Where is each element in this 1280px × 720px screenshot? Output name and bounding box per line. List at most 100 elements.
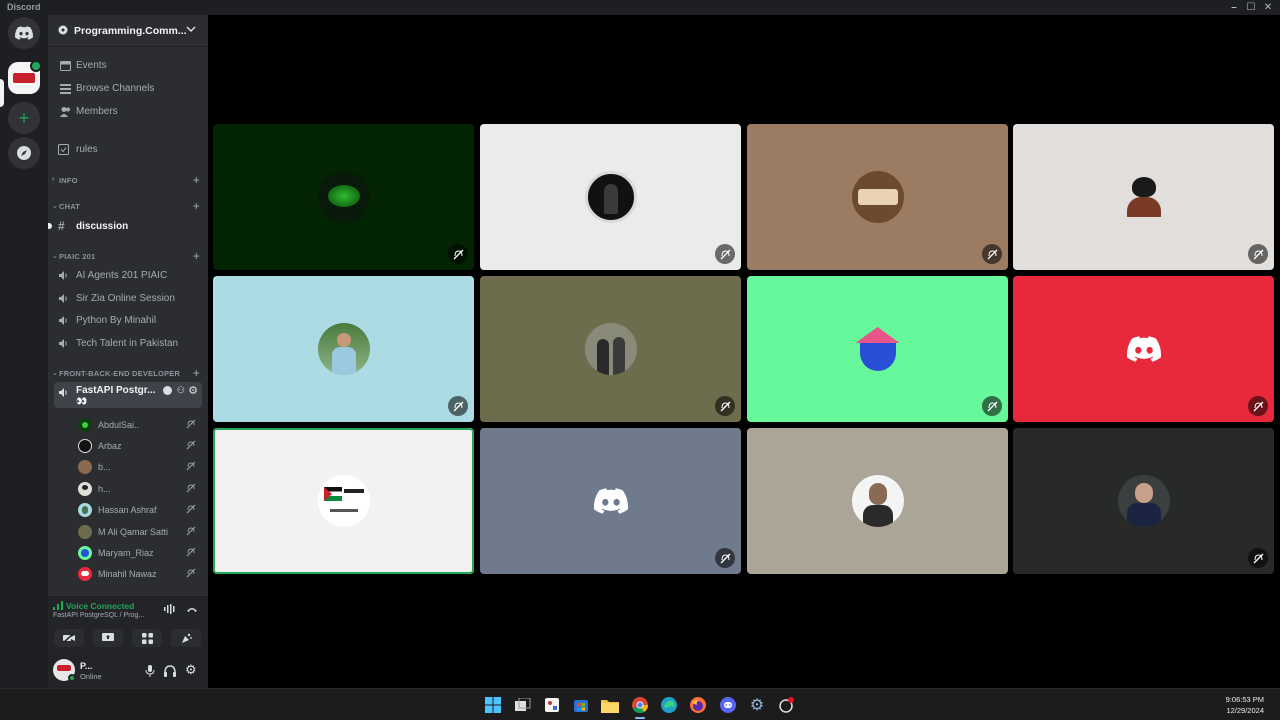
participant-tile[interactable] (480, 276, 741, 422)
server-programming-community[interactable] (8, 60, 42, 94)
deafened-icon (720, 401, 730, 411)
firefox-button[interactable] (688, 695, 708, 715)
create-channel-plus-icon[interactable]: + (193, 249, 200, 263)
speaker-icon (59, 388, 67, 397)
participant-tile[interactable] (213, 276, 474, 422)
recorder-button[interactable] (776, 695, 796, 715)
camera-off-button[interactable] (54, 629, 84, 647)
screen-share-button[interactable] (93, 629, 123, 647)
file-explorer-button[interactable] (600, 695, 620, 715)
discover-button[interactable] (8, 137, 40, 169)
participant-avatar (1117, 475, 1170, 527)
deafened-icon (453, 401, 463, 411)
gear-icon[interactable]: ⚙ (188, 384, 198, 397)
deafened-badge (448, 244, 468, 264)
server-name: Programming.Comm... (74, 25, 187, 37)
participant-avatar (584, 323, 637, 375)
speaker-icon (59, 316, 67, 325)
active-app-indicator (635, 717, 645, 719)
create-channel-plus-icon[interactable]: + (193, 173, 200, 187)
channel-rules[interactable]: rules (54, 139, 202, 159)
close-window-button[interactable]: ✕ (1261, 1, 1275, 14)
participant-tile[interactable] (747, 276, 1008, 422)
edge-button[interactable] (659, 695, 679, 715)
category-front-back-end-developer[interactable]: ⌄ FRONT-BACK-END DEVELOPER + (52, 366, 200, 380)
category-chat[interactable]: ⌄ CHAT + (52, 199, 200, 213)
participant-avatar (851, 171, 904, 223)
participant-tile[interactable] (480, 428, 741, 574)
start-button[interactable] (483, 695, 503, 715)
disconnect-icon[interactable] (186, 605, 198, 613)
discord-icon (593, 488, 628, 514)
nav-members[interactable]: Members (58, 103, 203, 121)
settings-button[interactable]: ⚙ (747, 695, 767, 715)
voice-user[interactable]: M Ali Qamar Satti (76, 522, 202, 542)
voice-user[interactable]: Hassan Ashraf (76, 500, 202, 520)
voice-channel-active[interactable]: FastAPI Postgr... 👀 ⚇ ⚙ (54, 382, 202, 408)
voice-channel-path[interactable]: FastAPI PostgreSQL / Prog... (53, 612, 144, 619)
participant-tile[interactable] (1013, 124, 1274, 270)
server-header[interactable]: Programming.Comm... (48, 15, 208, 47)
add-member-icon[interactable]: ⚇ (177, 385, 185, 396)
username[interactable]: P... (80, 661, 92, 671)
discord-taskbar-button[interactable] (718, 695, 738, 715)
deafened-badge (715, 396, 735, 416)
category-info[interactable]: › INFO + (52, 173, 200, 187)
user-status: Online (80, 672, 102, 681)
home-button[interactable] (8, 17, 40, 49)
participant-tile[interactable] (1013, 276, 1274, 422)
voice-user[interactable]: Maryam_Riaz (76, 543, 202, 563)
voice-user[interactable]: Minahil Nawaz (76, 564, 202, 584)
channel-emoji: 👀 (76, 396, 88, 406)
avatar (78, 567, 92, 581)
participant-tile[interactable] (747, 428, 1008, 574)
rules-icon (58, 144, 69, 155)
voice-channel[interactable]: Sir Zia Online Session (54, 288, 202, 308)
voice-channel[interactable]: Tech Talent in Pakistan (54, 333, 202, 353)
user-settings-gear-icon[interactable]: ⚙ (185, 662, 197, 677)
minimize-button[interactable]: – (1227, 1, 1241, 14)
folder-icon (601, 699, 619, 713)
category-piaic-201[interactable]: ⌄ PIAIC 201 + (52, 249, 200, 263)
speaker-icon (59, 339, 67, 348)
maximize-button[interactable]: ☐ (1244, 1, 1258, 14)
deafened-icon (186, 461, 196, 471)
voice-channel[interactable]: AI Agents 201 PIAIC (54, 265, 202, 285)
firefox-icon (690, 697, 706, 713)
channel-discussion[interactable]: # discussion (54, 216, 202, 236)
chrome-button[interactable] (630, 695, 650, 715)
create-channel-plus-icon[interactable]: + (193, 366, 200, 380)
activities-button[interactable] (132, 629, 162, 647)
create-channel-plus-icon[interactable]: + (193, 199, 200, 213)
participant-avatar (1117, 171, 1170, 223)
nav-events[interactable]: Events (58, 57, 203, 75)
deafened-icon (987, 249, 997, 259)
nav-browse-channels[interactable]: Browse Channels (58, 80, 203, 98)
camera-off-icon (63, 633, 75, 643)
participant-tile[interactable] (480, 124, 741, 270)
task-view-button[interactable] (513, 695, 533, 715)
activities-icon (141, 632, 153, 644)
participant-tile-speaking[interactable] (213, 428, 474, 574)
add-server-button[interactable]: + (8, 102, 40, 134)
avatar (78, 482, 92, 496)
voice-user[interactable]: b... (76, 457, 202, 477)
voice-user[interactable]: h... (76, 479, 202, 499)
store-button[interactable] (571, 695, 591, 715)
microphone-icon[interactable] (144, 665, 156, 677)
voice-user[interactable]: Arbaz (76, 436, 202, 456)
soundboard-button[interactable] (171, 629, 201, 647)
chat-bubble-icon[interactable] (163, 386, 172, 395)
participant-tile[interactable] (747, 124, 1008, 270)
participant-tile[interactable] (213, 124, 474, 270)
snipping-tool-button[interactable] (542, 695, 562, 715)
voice-user[interactable]: AbdulSai.. (76, 415, 202, 435)
participant-tile[interactable] (1013, 428, 1274, 574)
clock-time: 9:06:53 PM (1225, 695, 1264, 704)
headphones-icon[interactable] (164, 665, 176, 677)
deafened-icon (720, 249, 730, 259)
noise-suppression-icon[interactable] (164, 604, 176, 614)
voice-channel[interactable]: Python By Minahil (54, 310, 202, 330)
deafened-icon (186, 526, 196, 536)
system-clock[interactable]: 9:06:53 PM 12/29/2024 (1226, 694, 1264, 716)
